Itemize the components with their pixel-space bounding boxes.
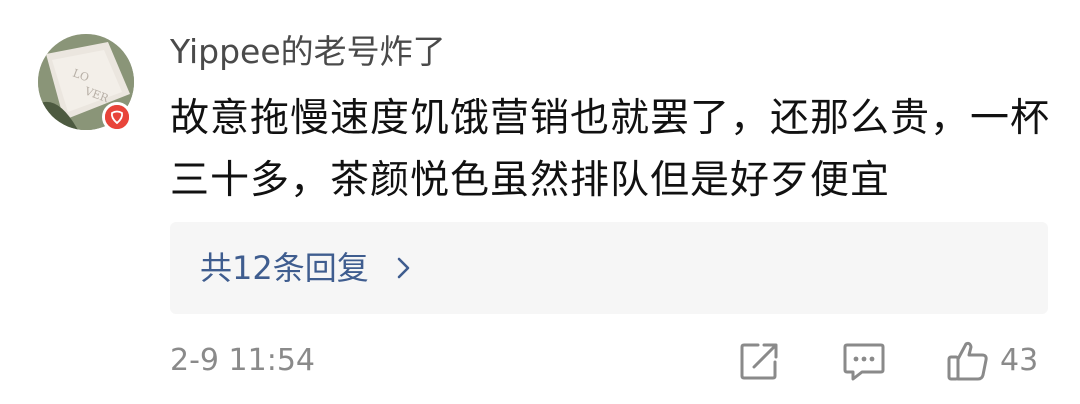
- view-replies-link[interactable]: 共12条回复: [200, 244, 415, 292]
- chevron-right-icon: [397, 257, 410, 279]
- verified-badge-icon: [102, 102, 132, 132]
- share-edit-icon: [740, 343, 778, 380]
- username[interactable]: Yippee的老号炸了: [170, 30, 446, 74]
- thumbs-up-icon: [947, 341, 988, 381]
- like-count: 43: [1000, 343, 1039, 378]
- like-button[interactable]: 43: [946, 338, 1038, 384]
- view-replies-label: 共12条回复: [200, 249, 369, 287]
- comment-icon: [843, 343, 885, 381]
- comment-button[interactable]: [842, 338, 886, 384]
- comment-timestamp: 2-9 11:54: [170, 343, 315, 378]
- share-button[interactable]: [738, 338, 780, 384]
- comment-text: 故意拖慢速度饥饿营销也就罢了，还那么贵，一杯三十多，茶颜悦色虽然排队但是好歹便宜: [170, 96, 1051, 203]
- replies-panel[interactable]: 共12条回复: [170, 222, 1048, 314]
